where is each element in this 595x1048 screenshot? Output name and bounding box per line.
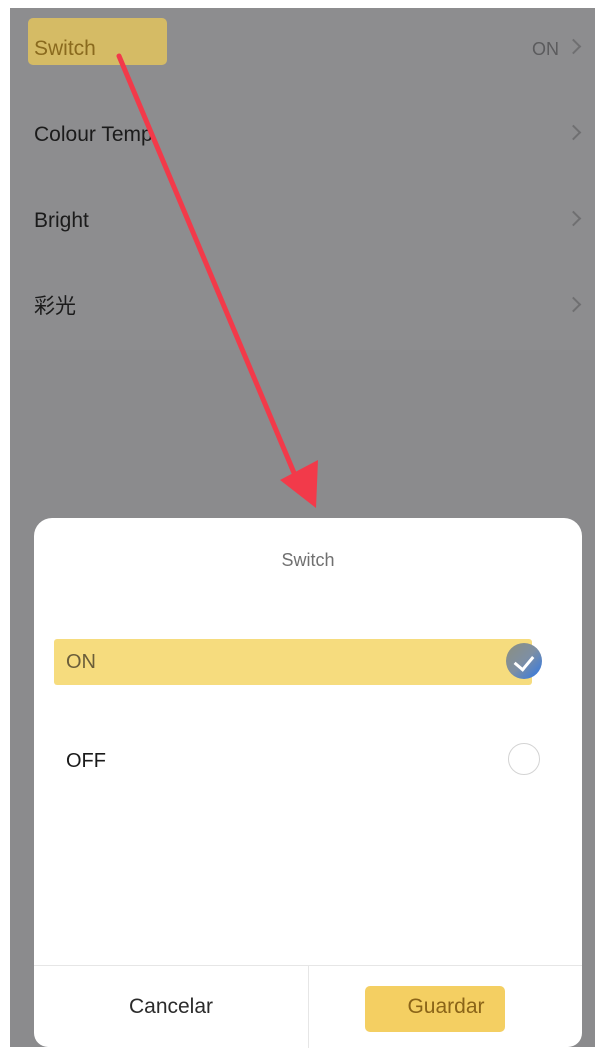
settings-row-colour-temp[interactable]: Colour Temp xyxy=(10,92,595,178)
settings-row-value: ON xyxy=(532,39,559,59)
option-off[interactable]: OFF xyxy=(54,738,544,784)
option-highlight xyxy=(54,639,532,685)
save-button[interactable]: Guardar xyxy=(309,966,583,1048)
settings-row-label: Colour Temp xyxy=(34,123,153,146)
option-on[interactable]: ON xyxy=(54,639,544,685)
settings-row-color-light[interactable]: 彩光 xyxy=(10,264,595,350)
save-button-label: Guardar xyxy=(407,995,485,1018)
settings-row-switch[interactable]: Switch ON xyxy=(10,6,595,92)
chevron-right-icon xyxy=(565,296,582,313)
settings-row-label: 彩光 xyxy=(34,295,76,318)
settings-row-label: Switch xyxy=(34,37,96,60)
checkmark-icon xyxy=(513,650,535,672)
chevron-right-icon xyxy=(565,38,582,55)
switch-dialog: Switch ON OFF Cancelar Guardar xyxy=(34,518,582,1048)
settings-row-bright[interactable]: Bright xyxy=(10,178,595,264)
chevron-right-icon xyxy=(565,124,582,141)
settings-row-label: Bright xyxy=(34,209,89,232)
chevron-right-icon xyxy=(565,210,582,227)
cancel-button[interactable]: Cancelar xyxy=(34,966,308,1048)
radio-selected[interactable] xyxy=(506,643,542,679)
option-label: ON xyxy=(66,651,96,673)
radio-unselected[interactable] xyxy=(508,743,540,775)
dialog-title: Switch xyxy=(281,550,335,570)
option-label: OFF xyxy=(66,750,106,772)
dialog-footer: Cancelar Guardar xyxy=(34,965,582,1048)
